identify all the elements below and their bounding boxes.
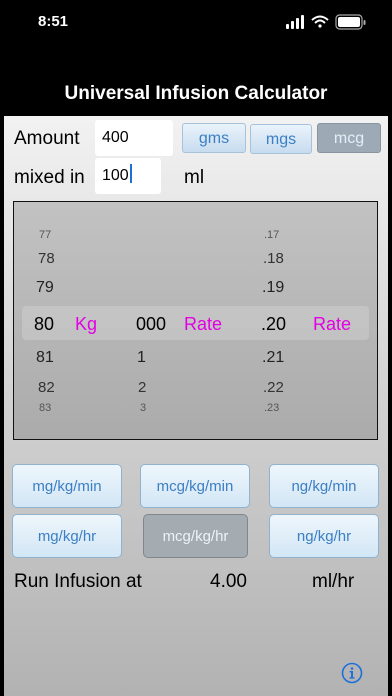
mixed-volume-input[interactable]: 100 xyxy=(95,158,161,194)
status-bar: 8:51 xyxy=(0,0,392,44)
picker-row: 2 xyxy=(138,379,147,396)
picker-row: 82 xyxy=(38,379,55,396)
status-time: 8:51 xyxy=(38,13,69,30)
value-picker[interactable]: 77 78 79 80 Kg 81 82 83 000 Rate 1 2 3 .… xyxy=(13,201,378,440)
signal-icon xyxy=(286,15,304,29)
volume-unit-label: ml xyxy=(184,167,205,188)
unit-button-gms[interactable]: gms xyxy=(182,123,246,153)
text-cursor xyxy=(129,164,132,183)
unit-button-mcg[interactable]: mcg xyxy=(317,123,381,153)
info-icon[interactable] xyxy=(341,662,363,684)
dose-unit-mg-kg-min[interactable]: mg/kg/min xyxy=(12,464,122,508)
amount-input[interactable]: 400 xyxy=(95,120,173,156)
picker-selected-weight: 80 xyxy=(34,314,55,334)
mixed-in-label: mixed in xyxy=(14,167,85,188)
picker-row: .17 xyxy=(264,229,280,241)
battery-icon xyxy=(335,14,366,30)
picker-row: 83 xyxy=(39,402,52,414)
infusion-rate-value: 4.00 xyxy=(210,571,247,592)
dose-unit-mcg-kg-hr[interactable]: mcg/kg/hr xyxy=(143,514,248,558)
app-header xyxy=(0,44,392,116)
run-infusion-label: Run Infusion at xyxy=(14,571,142,592)
unit-button-mgs[interactable]: mgs xyxy=(250,124,312,154)
status-icons xyxy=(286,14,366,30)
dose-unit-mg-kg-hr[interactable]: mg/kg/hr xyxy=(12,514,122,558)
amount-label: Amount xyxy=(14,128,80,149)
picker-rate-unit: Rate xyxy=(184,314,223,334)
dose-unit-ng-kg-hr[interactable]: ng/kg/hr xyxy=(269,514,379,558)
picker-row: .18 xyxy=(263,250,284,267)
picker-row: .22 xyxy=(263,379,284,396)
picker-row: 1 xyxy=(137,349,146,366)
picker-row: 78 xyxy=(38,250,55,267)
picker-row: 3 xyxy=(140,402,147,414)
picker-selected-rate-whole: 000 xyxy=(136,314,167,334)
infusion-rate-unit: ml/hr xyxy=(312,571,355,592)
picker-row: .23 xyxy=(264,402,280,414)
picker-row: 81 xyxy=(36,349,54,366)
picker-weight-unit: Kg xyxy=(75,314,98,334)
picker-row: 77 xyxy=(39,229,52,241)
mixed-volume-value: 100 xyxy=(102,167,129,184)
dose-unit-ng-kg-min[interactable]: ng/kg/min xyxy=(269,464,379,508)
dose-unit-mcg-kg-min[interactable]: mcg/kg/min xyxy=(140,464,250,508)
picker-rate-decimal-unit: Rate xyxy=(313,314,352,334)
wifi-icon xyxy=(311,15,329,28)
picker-row: 79 xyxy=(36,279,54,296)
picker-row: .19 xyxy=(262,279,285,296)
page-title: Universal Infusion Calculator xyxy=(64,83,328,104)
picker-selected-rate-decimal: .20 xyxy=(261,314,287,334)
picker-row: .21 xyxy=(262,349,285,366)
